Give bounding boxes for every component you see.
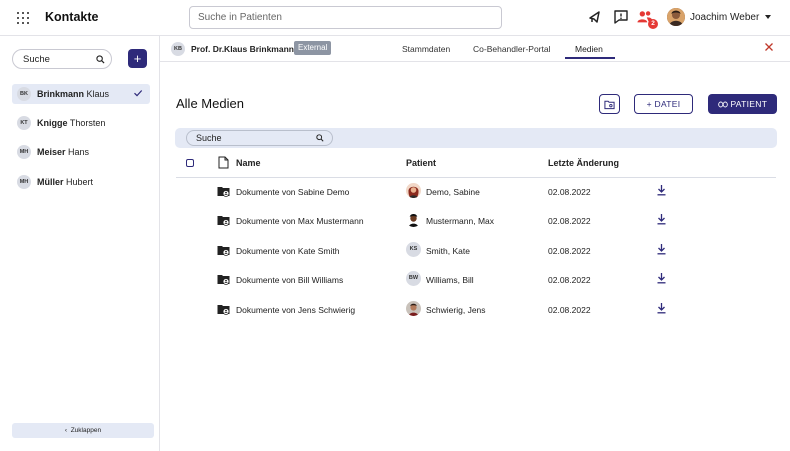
select-all-checkbox[interactable] xyxy=(186,159,194,167)
top-bar: Kontakte 2 Joachim Weber xyxy=(0,0,790,36)
check-icon xyxy=(134,90,143,97)
download-icon[interactable] xyxy=(656,302,667,314)
app-title: Kontakte xyxy=(45,10,99,24)
folder-settings-icon xyxy=(604,100,615,109)
last-modified: 02.08.2022 xyxy=(548,187,591,197)
contact-name: Knigge Thorsten xyxy=(37,118,106,128)
patient-name[interactable]: Demo, Sabine xyxy=(426,187,480,197)
user-avatar[interactable] xyxy=(667,8,685,26)
search-icon[interactable] xyxy=(316,134,324,142)
file-icon xyxy=(218,156,229,169)
link-patient-button[interactable]: PATIENT xyxy=(708,94,777,114)
patient-name[interactable]: Williams, Bill xyxy=(426,275,474,285)
last-modified: 02.08.2022 xyxy=(548,246,591,256)
external-tag: External xyxy=(294,41,332,55)
patient-search-input[interactable] xyxy=(189,6,502,29)
folder-user-icon xyxy=(217,216,230,226)
megaphone-icon[interactable] xyxy=(587,9,603,25)
contact-avatar: MH xyxy=(17,145,31,159)
page-title: Alle Medien xyxy=(176,96,244,111)
user-name[interactable]: Joachim Weber xyxy=(690,12,759,23)
tab-stammdaten[interactable]: Stammdaten xyxy=(402,44,450,54)
patient-name[interactable]: Mustermann, Max xyxy=(426,216,494,226)
add-file-button[interactable]: + DATEI xyxy=(634,94,693,114)
download-icon[interactable] xyxy=(656,184,667,196)
patient-avatar xyxy=(406,301,421,316)
collapse-sidebar-button[interactable]: ‹ Zuklappen xyxy=(12,423,154,438)
sidebar-contact-brinkmann[interactable]: BK Brinkmann Klaus xyxy=(12,84,150,104)
patient-name[interactable]: Smith, Kate xyxy=(426,246,470,256)
contact-name: Brinkmann Klaus xyxy=(37,89,110,99)
download-icon[interactable] xyxy=(656,213,667,225)
patient-avatar: KS xyxy=(406,242,421,257)
chat-alert-icon[interactable] xyxy=(613,9,629,25)
patient-avatar xyxy=(406,183,421,198)
table-row[interactable]: Dokumente von Kate Smith KS Smith, Kate … xyxy=(176,236,776,265)
contact-avatar: MH xyxy=(17,175,31,189)
tab-medien[interactable]: Medien xyxy=(575,44,603,54)
sidebar-contact-meiser[interactable]: MH Meiser Hans xyxy=(12,142,150,162)
user-menu-caret-icon[interactable] xyxy=(765,15,771,19)
apps-grid-icon[interactable] xyxy=(17,12,29,24)
table-row[interactable]: Dokumente von Jens Schwierig Schwierig, … xyxy=(176,295,776,324)
media-search-input[interactable] xyxy=(186,130,333,146)
media-name: Dokumente von Max Mustermann xyxy=(236,216,364,226)
sidebar-contact-mueller[interactable]: MH Müller Hubert xyxy=(12,172,150,192)
contact-title: Prof. Dr.Klaus Brinkmann xyxy=(191,44,294,54)
table-row[interactable]: Dokumente von Bill Williams BW Williams,… xyxy=(176,265,776,294)
download-icon[interactable] xyxy=(656,243,667,255)
folder-user-icon xyxy=(217,275,230,285)
patient-avatar: BW xyxy=(406,271,421,286)
last-modified: 02.08.2022 xyxy=(548,305,591,315)
patient-avatar xyxy=(406,212,421,227)
media-name: Dokumente von Sabine Demo xyxy=(236,187,350,197)
add-contact-button[interactable]: + xyxy=(128,49,147,68)
patient-name[interactable]: Schwierig, Jens xyxy=(426,305,486,315)
media-name: Dokumente von Jens Schwierig xyxy=(236,305,356,315)
contact-avatar: KB xyxy=(171,42,185,56)
last-modified: 02.08.2022 xyxy=(548,275,591,285)
download-icon[interactable] xyxy=(656,272,667,284)
media-name: Dokumente von Bill Williams xyxy=(236,275,344,285)
notification-badge: 2 xyxy=(648,19,658,29)
folder-user-icon xyxy=(217,246,230,256)
folder-user-icon xyxy=(217,305,230,315)
sidebar: + BK Brinkmann Klaus KT Knigge Thorsten … xyxy=(0,36,160,451)
media-name: Dokumente von Kate Smith xyxy=(236,246,340,256)
contact-avatar: BK xyxy=(17,87,31,101)
table-row[interactable]: Dokumente von Max Mustermann Mustermann,… xyxy=(176,206,776,235)
contact-header: KB Prof. Dr.Klaus Brinkmann External Sta… xyxy=(160,36,790,62)
column-header-patient[interactable]: Patient xyxy=(406,158,436,168)
sidebar-contact-knigge[interactable]: KT Knigge Thorsten xyxy=(12,113,150,133)
active-tab-indicator xyxy=(565,57,615,59)
close-icon[interactable] xyxy=(764,42,774,52)
new-folder-button[interactable] xyxy=(599,94,620,114)
column-header-date[interactable]: Letzte Änderung xyxy=(548,158,619,168)
column-header-name[interactable]: Name xyxy=(236,158,261,168)
contact-avatar: KT xyxy=(17,116,31,130)
folder-user-icon xyxy=(217,187,230,197)
search-icon[interactable] xyxy=(96,55,105,64)
contact-name: Müller Hubert xyxy=(37,177,94,187)
tab-co-behandler-portal[interactable]: Co-Behandler-Portal xyxy=(473,44,550,54)
table-row[interactable]: Dokumente von Sabine Demo Demo, Sabine 0… xyxy=(176,177,776,206)
contact-name: Meiser Hans xyxy=(37,147,90,157)
link-icon xyxy=(718,101,728,107)
last-modified: 02.08.2022 xyxy=(548,216,591,226)
